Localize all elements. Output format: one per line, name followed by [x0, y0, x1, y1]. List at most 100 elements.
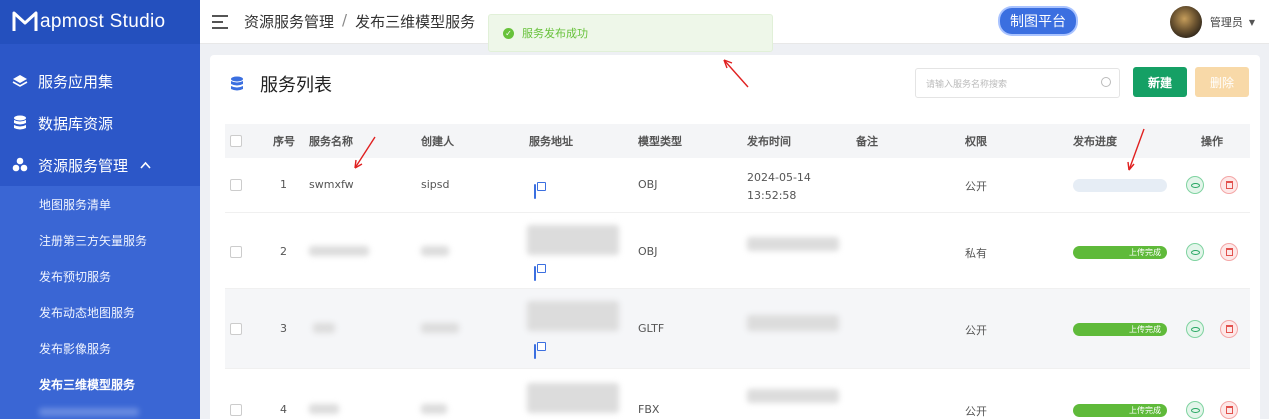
row-index: 2 [280, 245, 287, 258]
chevron-up-icon [140, 159, 151, 172]
page-title: 服务列表 [230, 71, 332, 97]
sidebar-item-publish-dynamic-map[interactable]: 发布动态地图服务 [0, 294, 200, 330]
sidebar-item-database[interactable]: 数据库资源 [0, 102, 200, 144]
model-type: FBX [638, 403, 660, 416]
column-header: 服务名称 [309, 135, 353, 148]
sidebar-item-label: 数据库资源 [38, 114, 114, 133]
search-placeholder: 请输入服务名称搜索 [926, 79, 1008, 90]
view-button[interactable] [1186, 243, 1204, 261]
delete-row-button[interactable] [1220, 401, 1238, 419]
row-checkbox[interactable] [230, 404, 242, 416]
check-circle-icon: ✓ [503, 27, 514, 39]
sidebar-group-label: 资源服务管理 [38, 156, 129, 175]
permission: 私有 [965, 247, 987, 260]
copy-icon[interactable] [534, 344, 536, 359]
breadcrumb-separator: / [342, 11, 348, 29]
service-name [309, 404, 339, 414]
trash-icon [1225, 406, 1233, 414]
user-menu[interactable]: 管理员 ▼ [1169, 6, 1255, 38]
user-name: 管理员 [1209, 16, 1243, 29]
top-header: 资源服务管理 / 发布三维模型服务 ✓ 服务发布成功 制图平台 管理员 ▼ [200, 0, 1269, 52]
search-icon[interactable] [1101, 77, 1111, 87]
row-checkbox[interactable] [230, 246, 242, 258]
view-button[interactable] [1186, 401, 1204, 419]
view-button[interactable] [1186, 320, 1204, 338]
publish-time: 2024-05-14 13:52:58 [747, 171, 811, 202]
sidebar-item-service-apps[interactable]: 服务应用集 [0, 60, 200, 102]
column-header: 创建人 [421, 135, 454, 148]
eye-icon [1190, 326, 1200, 332]
publish-time [747, 389, 839, 403]
service-name [309, 246, 369, 256]
service-name [313, 323, 335, 333]
database-icon [12, 115, 28, 131]
delete-row-button[interactable] [1220, 320, 1238, 338]
map-platform-button[interactable]: 制图平台 [1000, 8, 1076, 34]
copy-icon[interactable] [534, 184, 536, 199]
service-url [527, 225, 619, 255]
select-all-checkbox[interactable] [230, 135, 242, 147]
eye-icon [1190, 182, 1200, 188]
permission: 公开 [965, 405, 987, 418]
model-type: OBJ [638, 245, 658, 258]
new-button[interactable]: 新建 [1133, 67, 1187, 97]
success-toast: ✓ 服务发布成功 [488, 14, 773, 52]
column-header: 备注 [856, 135, 878, 148]
caret-down-icon: ▼ [1248, 17, 1255, 27]
creator [421, 404, 447, 414]
permission: 公开 [965, 324, 987, 337]
row-checkbox[interactable] [230, 323, 242, 335]
column-header: 权限 [965, 135, 987, 148]
publish-progress-bar: 上传完成 [1073, 323, 1167, 336]
row-index: 4 [280, 403, 287, 416]
database-icon [231, 76, 243, 91]
sidebar-item-publish-imagery[interactable]: 发布影像服务 [0, 330, 200, 366]
sidebar-item-map-service-list[interactable]: 地图服务清单 [0, 186, 200, 222]
sidebar-item-more[interactable] [0, 402, 200, 419]
breadcrumb-item[interactable]: 资源服务管理 [244, 11, 334, 32]
breadcrumb-item-current: 发布三维模型服务 [355, 13, 476, 31]
delete-row-button[interactable] [1220, 176, 1238, 194]
cluster-icon [12, 157, 28, 173]
copy-icon[interactable] [534, 266, 536, 281]
view-button[interactable] [1186, 176, 1204, 194]
model-type: OBJ [638, 178, 658, 191]
service-name: swmxfw [309, 178, 354, 191]
publish-progress-bar: 上传完成 [1073, 404, 1167, 417]
eye-icon [1190, 407, 1200, 413]
search-input[interactable]: 请输入服务名称搜索 [915, 68, 1120, 98]
trash-icon [1225, 325, 1233, 333]
service-list-card: 服务列表 请输入服务名称搜索 新建 删除 序号 服务名称 创建人 服务地址 模型… [210, 55, 1260, 419]
sidebar-item-publish-3d-model[interactable]: 发布三维模型服务 [0, 366, 200, 402]
brand-name: apmost Studio [40, 11, 166, 32]
layers-icon [12, 73, 28, 89]
trash-icon [1225, 248, 1233, 256]
column-header: 模型类型 [638, 135, 682, 148]
breadcrumb: 资源服务管理 / 发布三维模型服务 [244, 11, 475, 32]
table-row: 3 GLTF 公开 上传完成 [225, 289, 1250, 369]
publish-progress-bar [1073, 179, 1167, 192]
sidebar-item-label: 服务应用集 [38, 72, 114, 91]
sidebar-group-resource-services[interactable]: 资源服务管理 [0, 144, 200, 186]
service-url [527, 383, 619, 413]
row-checkbox[interactable] [230, 179, 242, 191]
sidebar-submenu: 地图服务清单 注册第三方矢量服务 发布预切服务 发布动态地图服务 发布影像服务 … [0, 186, 200, 419]
trash-icon [1225, 181, 1233, 189]
menu-toggle-icon[interactable] [212, 14, 228, 29]
brand[interactable]: apmost Studio [0, 0, 200, 44]
mapmost-logo-icon [12, 11, 38, 31]
sidebar-item-register-vector[interactable]: 注册第三方矢量服务 [0, 222, 200, 258]
column-header: 发布进度 [1073, 135, 1117, 148]
publish-progress-bar: 上传完成 [1073, 246, 1167, 259]
model-type: GLTF [638, 322, 665, 335]
sidebar-item-publish-tile[interactable]: 发布预切服务 [0, 258, 200, 294]
sidebar: apmost Studio 服务应用集 数据库资源 资源服务管理 地图服务清单 … [0, 0, 200, 419]
row-index: 3 [280, 322, 287, 335]
creator [421, 246, 449, 256]
delete-button[interactable]: 删除 [1195, 67, 1249, 97]
avatar[interactable] [1169, 6, 1202, 38]
table-header: 序号 服务名称 创建人 服务地址 模型类型 发布时间 备注 权限 发布进度 操作 [225, 124, 1250, 158]
column-header: 序号 [273, 135, 295, 148]
delete-row-button[interactable] [1220, 243, 1238, 261]
table-row: 1 swmxfw sipsd OBJ 2024-05-14 13:52:58 公… [225, 158, 1250, 213]
